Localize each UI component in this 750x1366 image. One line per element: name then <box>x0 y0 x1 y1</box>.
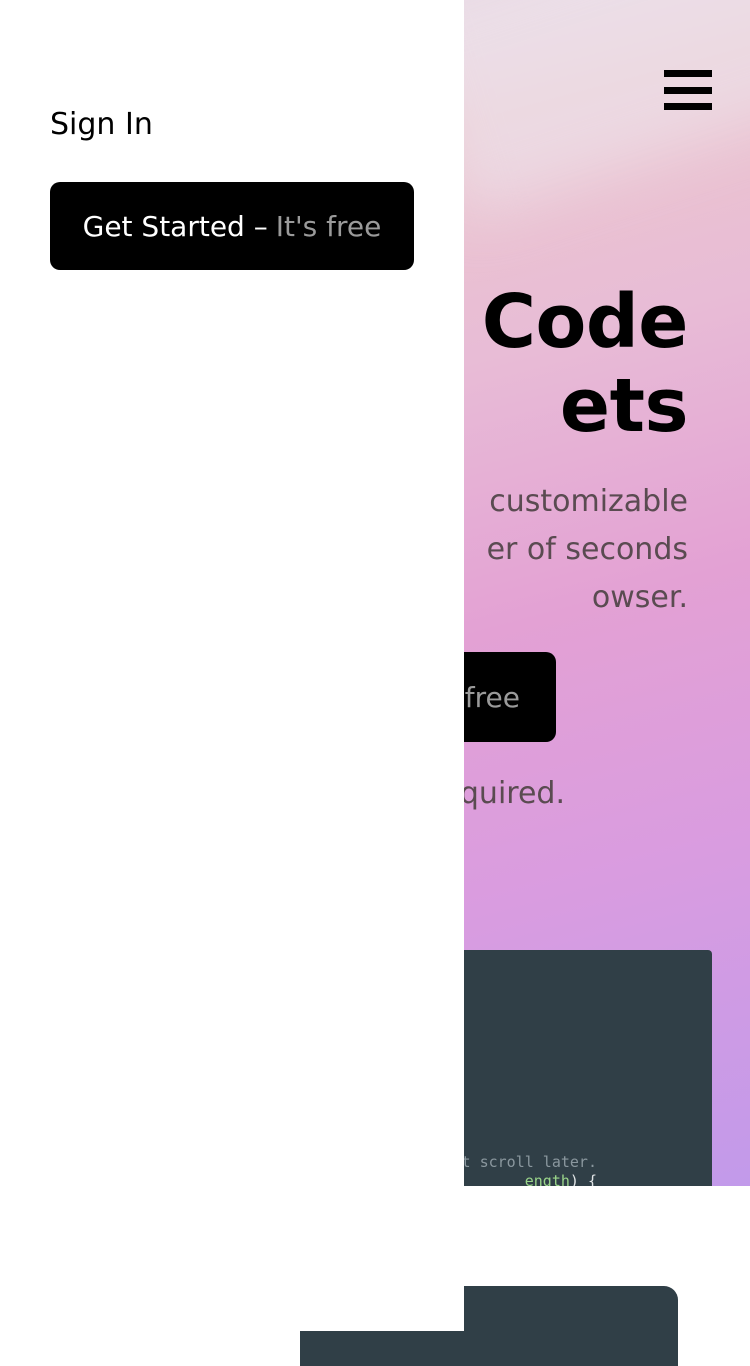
get-started-button[interactable]: Get Started – It's free <box>50 182 414 270</box>
hero-title-line: ets <box>559 363 689 449</box>
code-token-punct: ) { <box>569 1172 597 1186</box>
hero-subtitle-line: customizable <box>489 484 688 519</box>
get-started-label: Get Started – <box>82 209 268 243</box>
hamburger-menu-icon[interactable] <box>664 70 712 110</box>
get-started-muted-label: It's free <box>275 209 382 243</box>
menu-bar <box>664 86 712 94</box>
side-nav-panel: Sign In Get Started – It's free <box>0 0 464 1331</box>
sign-in-link[interactable]: Sign In <box>50 104 153 146</box>
code-token-property: ength <box>524 1172 570 1186</box>
hero-cta-muted-text: free <box>464 680 520 714</box>
hero-title-line: Code <box>481 279 689 365</box>
hero-subtitle-line: owser. <box>591 580 688 615</box>
menu-bar <box>664 103 712 110</box>
hero-subtitle-line: er of seconds <box>486 532 688 567</box>
menu-bar <box>664 70 712 77</box>
